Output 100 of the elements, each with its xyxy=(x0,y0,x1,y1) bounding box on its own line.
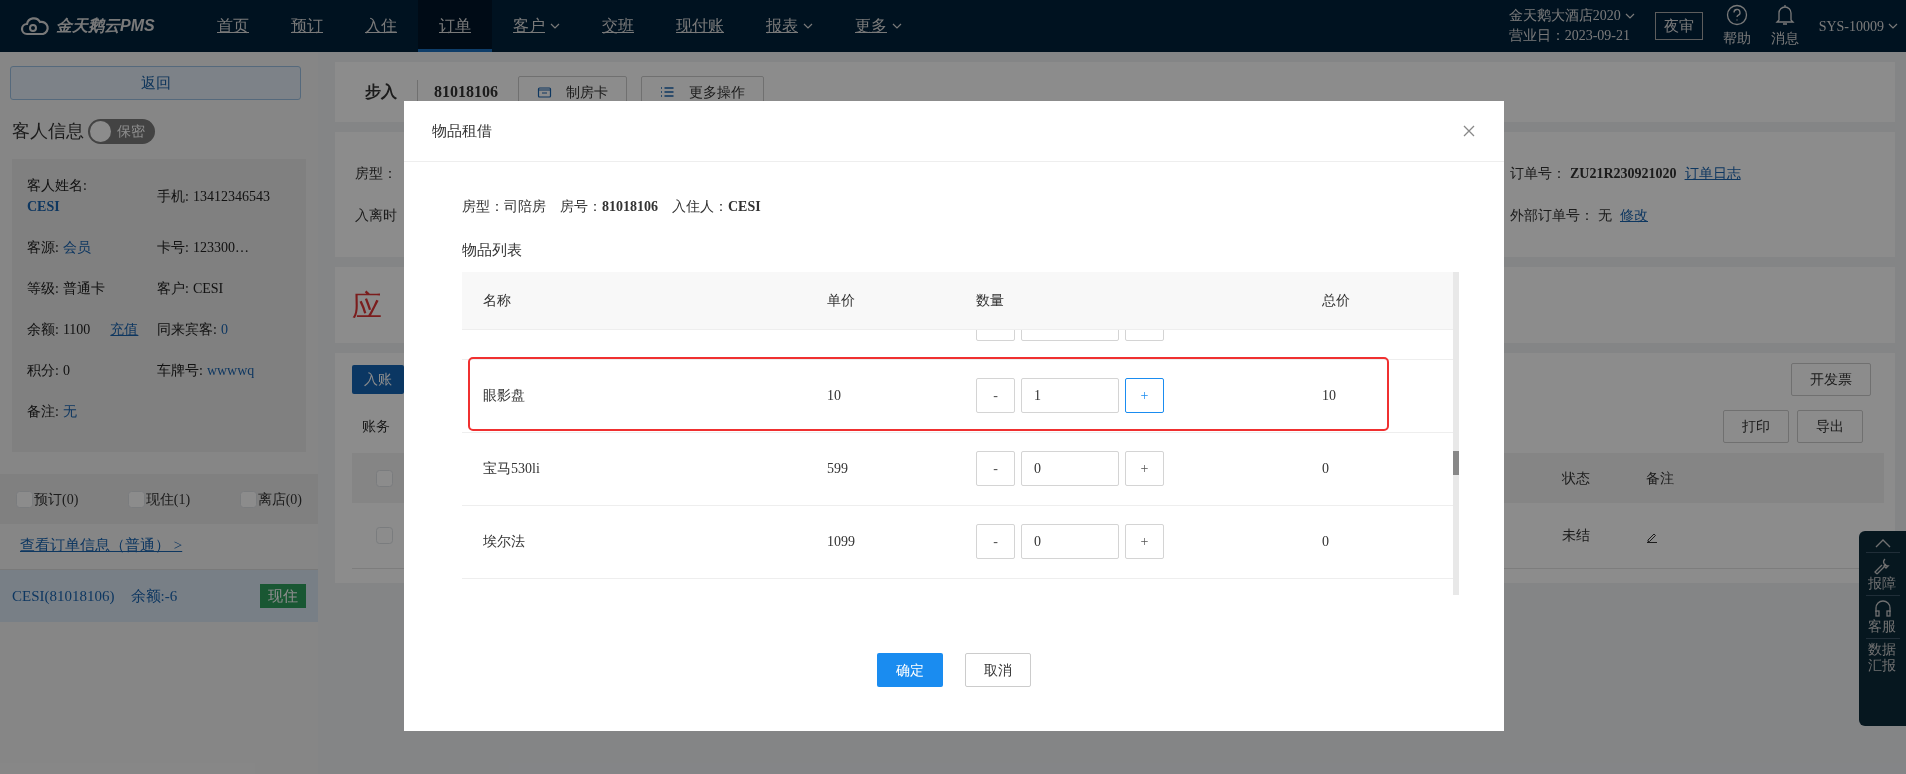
increment-button[interactable]: + xyxy=(1125,524,1164,559)
table-cell: 眼影盘 xyxy=(483,388,525,403)
table-cell: 宝马530li xyxy=(483,461,540,476)
field-link[interactable]: 会员 xyxy=(62,237,91,258)
list-icon xyxy=(660,85,675,99)
back-button[interactable]: 返回 xyxy=(10,66,301,100)
info-value: ZU21R230921020 xyxy=(1570,164,1677,183)
field-label: 备注: xyxy=(27,403,59,421)
headset-icon[interactable] xyxy=(1872,599,1893,620)
nav-tab[interactable]: 交班 xyxy=(581,0,655,52)
field-label: 积分: xyxy=(27,362,59,380)
field-value: 普通卡 xyxy=(62,280,105,298)
nav-tab[interactable]: 入住 xyxy=(344,0,418,52)
chevron-up-icon[interactable] xyxy=(1873,537,1892,549)
field-label: 客户: xyxy=(157,280,189,298)
info-value: 无 xyxy=(1598,207,1612,226)
filter-label: 现住(1) xyxy=(145,490,191,509)
info-link[interactable]: 修改 xyxy=(1620,205,1648,227)
section-title: 客人信息 xyxy=(12,120,84,143)
nav-tab[interactable]: 订单 xyxy=(418,0,492,52)
caret-icon xyxy=(803,23,813,29)
section-label: 物品列表 xyxy=(462,241,523,260)
nav-tab[interactable]: 首页 xyxy=(196,0,270,52)
quantity-field[interactable]: 1 xyxy=(1021,378,1119,413)
dialog-title: 物品租借 xyxy=(432,121,492,141)
guest-list-item[interactable]: CESI(81018106) 余额:-6 现住 xyxy=(0,569,318,622)
nav-tab[interactable]: 预订 xyxy=(270,0,344,52)
table-cell: 1099 xyxy=(827,534,855,549)
field-link[interactable]: 0 xyxy=(220,319,228,340)
table-cell: 10 xyxy=(1322,388,1336,403)
info-link[interactable]: 订单日志 xyxy=(1684,162,1741,184)
caret-icon xyxy=(892,23,902,29)
recharge-link[interactable]: 充值 xyxy=(110,319,139,340)
info-text: 入住人：CESI xyxy=(672,198,761,216)
table-cell: 0 xyxy=(1322,461,1329,476)
bell-icon[interactable] xyxy=(1774,3,1795,26)
export-button[interactable]: 导出 xyxy=(1797,410,1863,443)
field-link[interactable]: 无 xyxy=(62,401,77,422)
field-label: 等级: xyxy=(27,280,59,298)
cancel-button[interactable]: 取消 xyxy=(965,653,1031,687)
confirm-button[interactable]: 确定 xyxy=(877,653,943,687)
logo-text: 金天鹅云PMS xyxy=(56,16,155,36)
decrement-button[interactable]: - xyxy=(976,378,1015,413)
toolbar-label[interactable]: 客服 xyxy=(1867,619,1898,636)
order-info-link[interactable]: 查看订单信息（普通） > xyxy=(20,537,183,553)
hotel-selector[interactable]: 金天鹅大酒店2020 xyxy=(1508,6,1621,26)
section-label: 账务 xyxy=(362,418,390,436)
field-label: 客源: xyxy=(27,239,59,257)
increment-button[interactable]: + xyxy=(1125,378,1164,413)
caret-icon xyxy=(550,23,560,29)
column-header: 数量 xyxy=(976,291,1004,310)
quantity-field[interactable]: 0 xyxy=(1021,524,1119,559)
quantity-field[interactable]: 0 xyxy=(1021,451,1119,486)
column-header: 总价 xyxy=(1322,292,1350,308)
messages-label: 消息 xyxy=(1770,29,1799,48)
decrement-button[interactable]: - xyxy=(976,451,1015,486)
print-button[interactable]: 打印 xyxy=(1723,410,1789,443)
decrement-button[interactable]: - xyxy=(976,524,1015,559)
field-link[interactable]: wwwwq xyxy=(206,360,255,381)
increment-button[interactable]: + xyxy=(1125,451,1164,486)
field-label: 同来宾客: xyxy=(157,321,217,339)
nav-tab[interactable]: 现付账 xyxy=(655,0,745,52)
field-value: 0 xyxy=(62,362,70,380)
table-cell: 10 xyxy=(827,388,841,403)
toolbar-label[interactable]: 数据汇报 xyxy=(1867,642,1898,675)
info-text: 房号：81018106 xyxy=(560,198,658,216)
toolbar-label[interactable]: 报障 xyxy=(1867,576,1898,593)
field-label: 车牌号: xyxy=(157,362,203,380)
cloud-logo-icon xyxy=(20,16,50,36)
field-value: 1100 xyxy=(62,321,91,339)
night-audit-button[interactable]: 夜审 xyxy=(1654,11,1703,41)
info-text: 房型：司陪房 xyxy=(462,198,546,216)
field-label: 手机: xyxy=(157,187,189,206)
caret-icon xyxy=(1624,13,1635,19)
nav-tab[interactable]: 报表 xyxy=(745,0,834,52)
scrollbar[interactable] xyxy=(1453,271,1459,595)
column-header: 备注 xyxy=(1646,469,1675,488)
field-link[interactable]: CESI xyxy=(27,196,157,217)
field-value: 13412346543 xyxy=(192,187,270,206)
filter-label: 预订(0) xyxy=(34,490,79,509)
post-button[interactable]: 入账 xyxy=(352,365,404,394)
nav-tab[interactable]: 更多 xyxy=(834,0,923,52)
field-label: 客人姓名: xyxy=(27,177,88,195)
column-header: 单价 xyxy=(827,292,855,308)
info-label: 房型： xyxy=(355,164,397,183)
column-header: 名称 xyxy=(483,292,511,308)
caret-icon xyxy=(1888,23,1898,29)
invoice-button[interactable]: 开发票 xyxy=(1791,363,1871,396)
status-badge: 现住 xyxy=(260,583,306,608)
field-value: CESI xyxy=(192,280,224,298)
guest-balance: 余额:-6 xyxy=(130,586,178,606)
close-icon[interactable] xyxy=(1462,124,1476,138)
room-number: 81018106 xyxy=(433,82,499,102)
user-menu[interactable]: SYS-10009 xyxy=(1818,15,1884,37)
privacy-toggle[interactable]: 保密 xyxy=(88,119,155,144)
help-icon[interactable] xyxy=(1725,3,1748,26)
table-cell: 0 xyxy=(1322,534,1329,549)
nav-tab[interactable]: 客户 xyxy=(492,0,581,52)
table-cell: 599 xyxy=(827,461,848,476)
filter-label: 离店(0) xyxy=(257,490,302,509)
